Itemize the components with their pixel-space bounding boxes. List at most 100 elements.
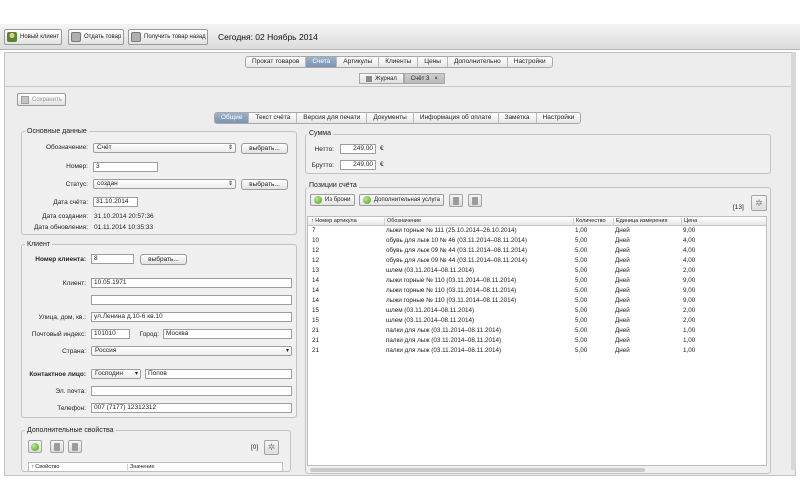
zip-input[interactable]: 101010 <box>91 329 130 339</box>
new-client-button[interactable]: Новый клиент <box>4 29 62 45</box>
document-tabs: Журнал Счёт 3 × <box>359 73 445 84</box>
extra-service-button[interactable]: Дополнительная услуга <box>359 194 444 206</box>
positions-table-body: 7 лыжи горные № 111 (25.10.2014–26.10.201… <box>308 226 766 356</box>
designation-select[interactable]: Счёт ⇕ <box>93 143 236 153</box>
table-row[interactable]: 14 лыжи горные № 110 (03.11.2014–08.11.20… <box>308 296 766 306</box>
property-column-header[interactable]: ↑ Свойство <box>31 464 59 470</box>
tab-clients[interactable]: Клиенты <box>378 57 417 67</box>
receive-item-button[interactable]: Получить товар назад <box>128 29 208 45</box>
value-column-header[interactable]: Значение <box>127 464 154 470</box>
number-label: Номер: <box>66 163 88 170</box>
price-cell: 1,00 <box>683 327 696 334</box>
city-label: Город: <box>139 331 159 338</box>
phone-input[interactable]: 007 (7177) 12312312 <box>91 403 292 413</box>
from-booking-button[interactable]: Из брони <box>310 194 355 206</box>
table-row[interactable]: 10 обувь для лыж 10 № 46 (03.11.2014–08.1… <box>308 236 766 246</box>
table-row[interactable]: 12 обувь для лыж 09 № 44 (03.11.2014–08.1… <box>308 246 766 256</box>
table-row[interactable]: 21 палки для лыж (03.11.2014–08.11.2014) 5… <box>308 346 766 356</box>
country-select[interactable]: Россия ▾ <box>91 346 292 356</box>
price-cell: 9,00 <box>683 277 696 284</box>
quantity-cell: 5,00 <box>575 327 588 334</box>
gross-value: 249,00 <box>340 160 376 170</box>
close-tab-icon[interactable]: × <box>434 76 438 82</box>
delete-position-button[interactable] <box>449 194 463 207</box>
quantity-cell: 5,00 <box>575 267 588 274</box>
tab-settings[interactable]: Настройки <box>506 57 552 67</box>
tab-invoice-settings[interactable]: Настройки <box>535 113 581 123</box>
tab-articles[interactable]: Артикулы <box>336 57 378 67</box>
table-row[interactable]: 13 шлем (03.11.2014–08.11.2014) 5,00 Дней 2,… <box>308 266 766 276</box>
positions-horizontal-scrollbar[interactable] <box>310 468 645 472</box>
properties-settings-button[interactable]: ✲ <box>264 440 279 455</box>
box-arrow-out-icon <box>71 32 81 42</box>
positions-settings-button[interactable]: ✲ <box>751 195 767 211</box>
city-input[interactable]: Москва <box>163 329 292 339</box>
trash-icon <box>54 442 60 451</box>
designation-label: Обозначение: <box>45 144 88 151</box>
col-price[interactable]: Цена <box>681 218 697 225</box>
col-unit[interactable]: Единица измерения <box>613 218 667 225</box>
tab-journal[interactable]: Журнал <box>359 73 404 84</box>
choose-status-button[interactable]: выбрать... <box>241 179 288 190</box>
salutation-select[interactable]: Господин ▾ <box>91 369 141 379</box>
window-vertical-scrollbar[interactable] <box>791 52 796 470</box>
email-input[interactable] <box>91 386 292 396</box>
property-action-button[interactable] <box>50 440 64 453</box>
contact-input[interactable]: Попов <box>145 369 292 379</box>
table-row[interactable]: 21 палки для лыж (03.11.2014–08.11.2014) 5… <box>308 326 766 336</box>
position-action-button[interactable] <box>468 194 482 207</box>
street-input[interactable]: ул.Ленина д.10-6 кв.10 <box>91 312 292 322</box>
tab-note[interactable]: Заметка <box>497 113 536 123</box>
col-designation[interactable]: Обозначение <box>384 218 421 225</box>
choose-client-button[interactable]: выбрать... <box>140 254 187 265</box>
table-row[interactable]: 21 палки для лыж (03.11.2014–08.11.2014) 5… <box>308 336 766 346</box>
add-property-button[interactable] <box>28 440 42 453</box>
price-cell: 2,00 <box>683 307 696 314</box>
col-article-number[interactable]: ↑ Номер артикула <box>309 218 357 225</box>
price-cell: 4,00 <box>683 247 696 254</box>
article-number-cell: 15 <box>312 307 320 314</box>
tab-invoice-text[interactable]: Текст счёта <box>248 113 296 123</box>
client-number-input[interactable]: 8 <box>91 254 134 264</box>
table-row[interactable]: 14 лыжи горные № 110 (03.11.2014–08.11.20… <box>308 286 766 296</box>
tab-additional[interactable]: Дополнительно <box>446 57 507 67</box>
choose-designation-button[interactable]: выбрать... <box>241 143 288 154</box>
tab-general[interactable]: Общие <box>215 113 249 123</box>
table-row[interactable]: 7 лыжи горные № 111 (25.10.2014–26.10.201… <box>308 226 766 236</box>
unit-cell: Дней <box>615 297 630 304</box>
designation-cell: палки для лыж (03.11.2014–08.11.2014) <box>386 337 502 344</box>
box-arrow-in-icon <box>131 32 141 42</box>
trash-icon <box>453 196 459 205</box>
add-icon <box>31 442 39 451</box>
delete-property-button[interactable] <box>68 440 82 453</box>
client-number-label: Номер клиента: <box>35 256 86 263</box>
table-row[interactable]: 15 шлем (03.11.2014–08.11.2014) 5,00 Дней 2,… <box>308 306 766 316</box>
unit-cell: Дней <box>615 237 630 244</box>
tab-print-version[interactable]: Версия для печати <box>296 113 366 123</box>
table-row[interactable]: 12 обувь для лыж 09 № 44 (03.11.2014–08.1… <box>308 256 766 266</box>
tab-invoices[interactable]: Счета <box>305 57 337 67</box>
tab-prices[interactable]: Цены <box>417 57 447 67</box>
article-number-cell: 21 <box>312 337 320 344</box>
client-name-input[interactable]: 10.05.1971 <box>91 278 292 288</box>
tab-invoice-3[interactable]: Счёт 3 × <box>403 73 445 84</box>
tab-rental[interactable]: Прокат товаров <box>246 57 305 67</box>
invoice-date-input[interactable]: 31.10.2014 <box>93 197 138 207</box>
col-quantity[interactable]: Количество <box>573 218 606 225</box>
status-select[interactable]: создан ⇕ <box>93 179 236 189</box>
tab-documents[interactable]: Документы <box>366 113 413 123</box>
table-row[interactable]: 14 лыжи горные № 110 (03.11.2014–08.11.20… <box>308 276 766 286</box>
table-row[interactable]: 15 шлем (03.11.2014–08.11.2014) 5,00 Дней 2,… <box>308 316 766 326</box>
gear-icon: ✲ <box>755 197 763 208</box>
created-label: Дата создания: <box>42 213 88 220</box>
unit-cell: Дней <box>615 327 630 334</box>
gross-currency: € <box>380 161 384 168</box>
tab-payment-info[interactable]: Информация об оплате <box>412 113 498 123</box>
save-button[interactable]: Сохранить <box>17 93 66 106</box>
positions-count: [13] <box>733 204 744 211</box>
client-name-label: Клиент: <box>62 280 86 287</box>
number-input[interactable]: 3 <box>93 162 158 172</box>
give-item-button[interactable]: Отдать товар <box>68 29 124 45</box>
client-name-input-2[interactable] <box>91 295 292 305</box>
email-label: Эл. почта: <box>55 388 86 395</box>
